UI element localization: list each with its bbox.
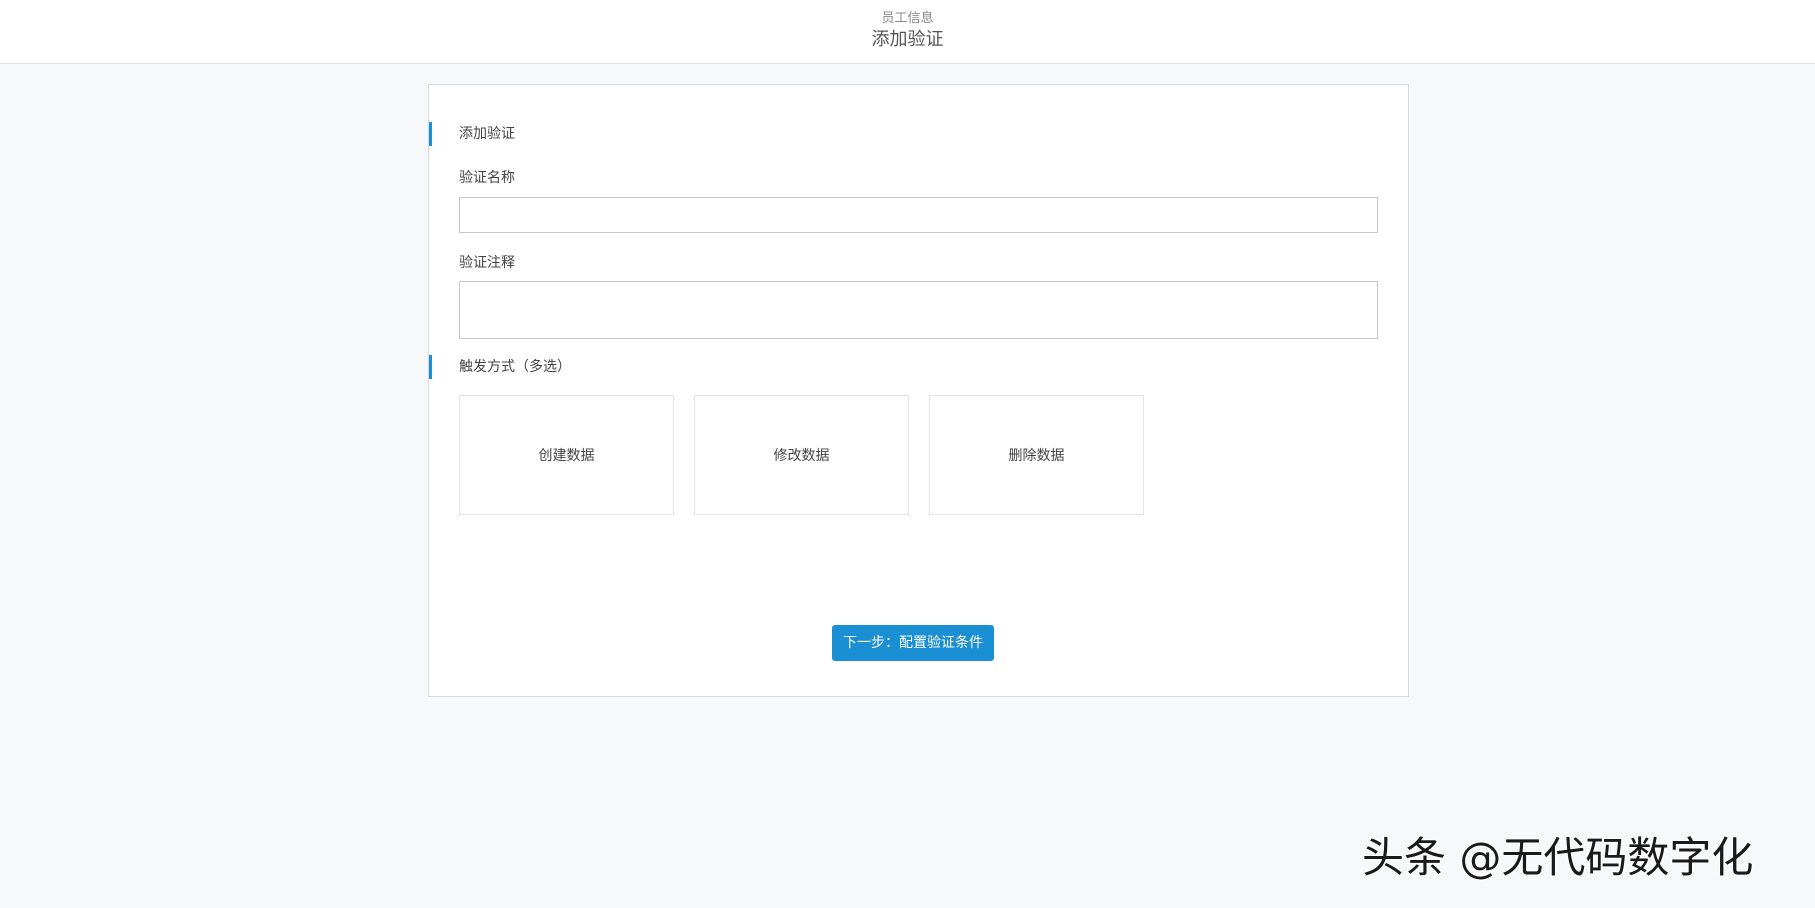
page-breadcrumb: 员工信息 [881,11,934,26]
name-input[interactable] [459,197,1378,233]
trigger-option-modify[interactable]: 修改数据 [694,395,909,515]
page-header: 员工信息 添加验证 [0,0,1815,64]
section-title-trigger-label: 触发方式（多选） [459,359,571,375]
section-accent-bar [429,355,432,379]
next-step-button[interactable]: 下一步：配置验证条件 [832,625,994,661]
trigger-option-delete[interactable]: 删除数据 [929,395,1144,515]
section-accent-bar [429,122,432,146]
watermark-text: 头条 @无代码数字化 [1362,833,1754,882]
section-title-basic-label: 添加验证 [459,126,515,142]
trigger-option-create[interactable]: 创建数据 [459,395,674,515]
form-card: 添加验证 验证名称 验证注释 触发方式（多选） 创建数据 修改数据 删除数据 下… [428,84,1409,697]
section-title-trigger: 触发方式（多选） [429,355,571,379]
remark-field-label: 验证注释 [459,255,515,271]
trigger-option-label: 修改数据 [773,448,830,464]
section-title-basic: 添加验证 [429,122,515,146]
trigger-option-label: 删除数据 [1008,448,1065,464]
remark-textarea[interactable] [459,281,1378,339]
page-title: 添加验证 [871,29,944,50]
name-field-label: 验证名称 [459,170,515,186]
trigger-option-label: 创建数据 [538,448,595,464]
